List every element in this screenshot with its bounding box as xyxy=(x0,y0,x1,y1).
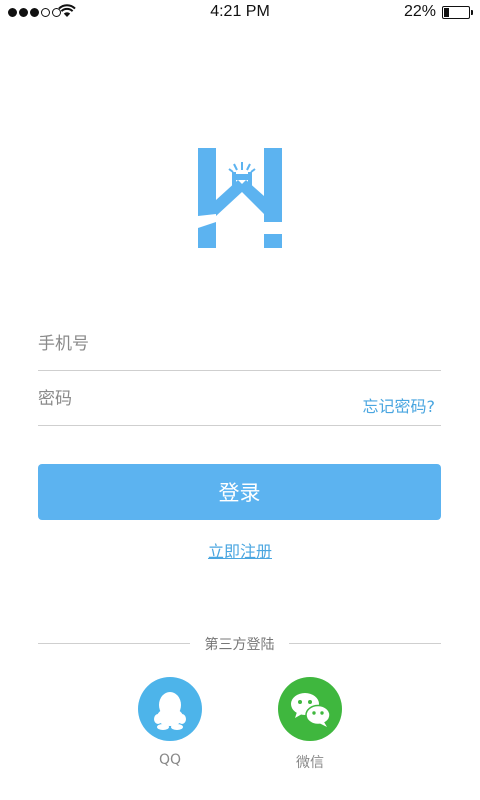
wechat-icon xyxy=(291,693,331,727)
qq-label: QQ xyxy=(158,752,182,768)
register-link[interactable]: 立即注册 xyxy=(0,538,480,562)
password-field: 忘记密码? xyxy=(38,371,441,426)
forgot-password-link[interactable]: 忘记密码? xyxy=(363,393,436,417)
phone-input[interactable] xyxy=(38,330,338,358)
battery-icon xyxy=(442,6,473,19)
qq-login-button[interactable] xyxy=(138,677,202,741)
password-input[interactable] xyxy=(38,385,338,413)
status-bar: 4:21 PM 22% xyxy=(0,0,480,24)
phone-field xyxy=(38,316,441,371)
wechat-login-button[interactable] xyxy=(278,677,342,741)
wechat-label: 微信 xyxy=(296,755,324,771)
divider-left xyxy=(38,643,190,644)
third-party-title: 第三方登陆 xyxy=(204,637,275,653)
logo-icon xyxy=(198,148,282,248)
login-button[interactable]: 登录 xyxy=(38,464,441,520)
qq-icon xyxy=(154,692,186,730)
battery-percent: 22% xyxy=(403,3,436,20)
divider-right xyxy=(289,643,441,644)
